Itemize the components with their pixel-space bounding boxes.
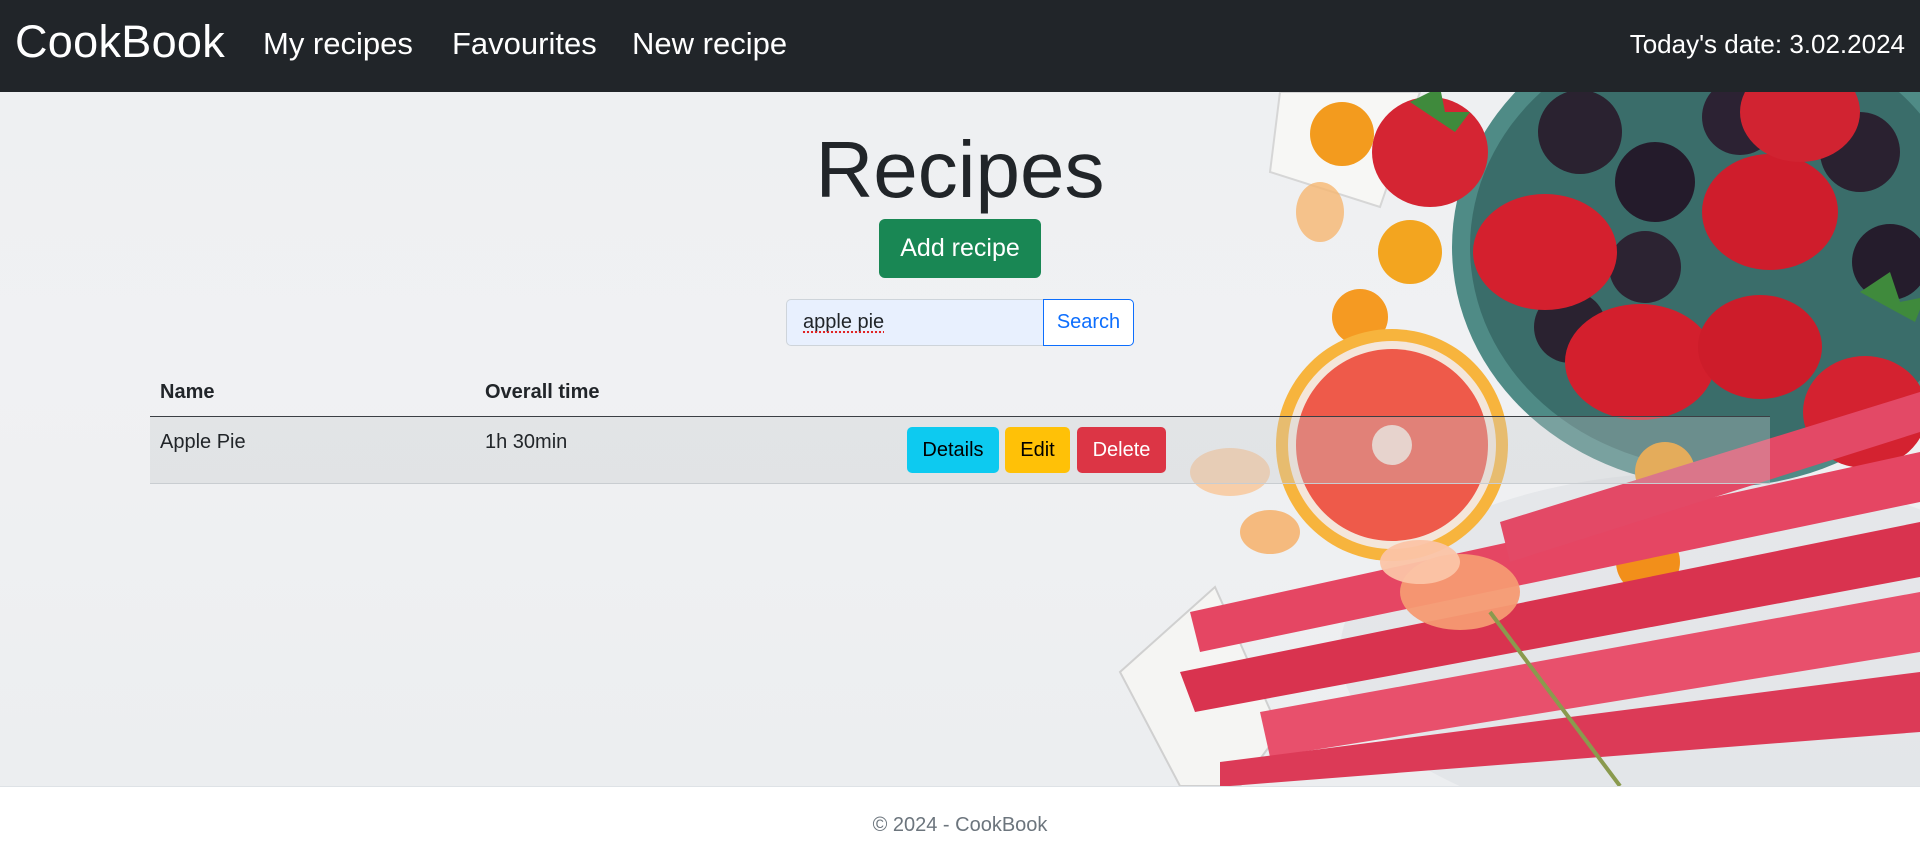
main-content: Recipes Add recipe Search Name Overall t… bbox=[0, 92, 1920, 786]
nav-favourites[interactable]: Favourites bbox=[452, 26, 597, 62]
spellcheck-underline bbox=[802, 331, 884, 334]
today-date: Today's date: 3.02.2024 bbox=[1629, 29, 1905, 59]
delete-button[interactable]: Delete bbox=[1077, 427, 1166, 473]
brand-link[interactable]: CookBook bbox=[15, 16, 225, 68]
details-button[interactable]: Details bbox=[907, 427, 999, 473]
nav-new-recipe[interactable]: New recipe bbox=[632, 26, 787, 62]
nav-my-recipes[interactable]: My recipes bbox=[263, 26, 413, 62]
table-row-divider bbox=[150, 483, 1770, 484]
edit-button[interactable]: Edit bbox=[1005, 427, 1070, 473]
recipe-time-cell: 1h 30min bbox=[485, 431, 568, 453]
navbar: CookBook My recipes Favourites New recip… bbox=[0, 0, 1920, 92]
footer-divider bbox=[0, 786, 1920, 787]
column-header-name: Name bbox=[160, 381, 215, 403]
recipe-name-cell: Apple Pie bbox=[160, 431, 246, 453]
add-recipe-button[interactable]: Add recipe bbox=[879, 219, 1041, 278]
footer-copyright: © 2024 - CookBook bbox=[872, 814, 1048, 836]
column-header-overall-time: Overall time bbox=[485, 381, 600, 403]
page-title: Recipes bbox=[815, 125, 1105, 214]
search-button[interactable]: Search bbox=[1043, 299, 1134, 346]
search-input[interactable] bbox=[786, 299, 1044, 346]
